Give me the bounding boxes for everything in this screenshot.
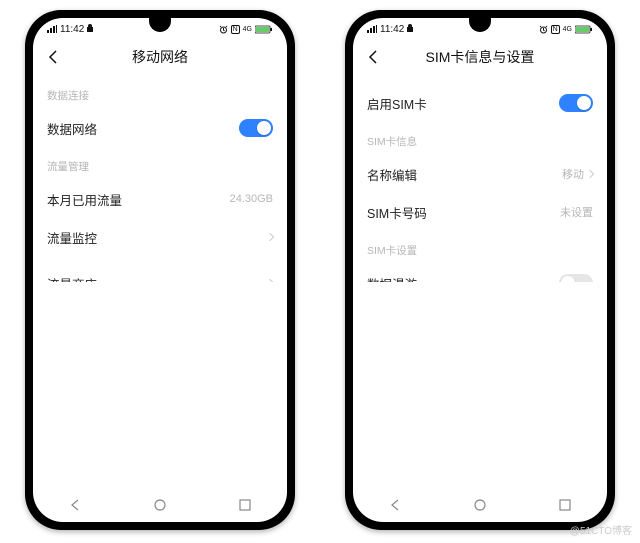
label: 流量商店	[47, 274, 97, 283]
header: SIM卡信息与设置	[353, 38, 607, 76]
row-enable-sim[interactable]: 启用SIM卡	[353, 84, 607, 122]
section-data-conn: 数据连接	[33, 76, 287, 109]
alarm-icon	[219, 25, 228, 34]
row-data-roaming[interactable]: 数据漫游	[353, 264, 607, 282]
status-time: 11:42	[380, 24, 404, 35]
toggle-enable-sim[interactable]	[559, 94, 593, 112]
section-sim-settings: SIM卡设置	[353, 231, 607, 264]
nav-recent[interactable]	[545, 499, 585, 511]
content: 启用SIM卡 SIM卡信息 名称编辑 移动 SIM卡号码 未设置 SIM卡设置 …	[353, 76, 607, 282]
phone-left: 11:42 N 4G 移动网络 数据连接 数据网络 流量管理	[25, 10, 295, 530]
row-sim-number[interactable]: SIM卡号码 未设置	[353, 193, 607, 231]
content: 数据连接 数据网络 流量管理 本月已用流量 24.30GB 流量监控 流量商店 …	[33, 76, 287, 282]
value: 24.30GB	[230, 193, 273, 205]
watermark: @51CTO博客	[570, 522, 632, 537]
screen-left: 11:42 N 4G 移动网络 数据连接 数据网络 流量管理	[33, 18, 287, 522]
back-button[interactable]	[363, 47, 383, 67]
net-icon: 4G	[243, 26, 252, 33]
value-text: 移动	[562, 166, 584, 182]
chevron-icon	[266, 233, 274, 241]
page-title: SIM卡信息与设置	[426, 47, 535, 67]
row-month-usage[interactable]: 本月已用流量 24.30GB	[33, 180, 287, 218]
header: 移动网络	[33, 38, 287, 76]
battery-icon	[255, 25, 273, 34]
nav-bar	[33, 488, 287, 522]
label: SIM卡号码	[367, 203, 427, 222]
nav-home[interactable]	[460, 498, 500, 512]
row-name-edit[interactable]: 名称编辑 移动	[353, 155, 607, 193]
label: 数据漫游	[367, 274, 417, 283]
back-button[interactable]	[43, 47, 63, 67]
row-traffic-monitor[interactable]: 流量监控	[33, 218, 287, 256]
lock-icon	[87, 24, 94, 35]
section-sim-info: SIM卡信息	[353, 122, 607, 155]
signal-icon	[367, 25, 377, 33]
section-traffic: 流量管理	[33, 147, 287, 180]
row-traffic-store[interactable]: 流量商店	[33, 264, 287, 282]
nav-bar	[353, 488, 607, 522]
label: 流量监控	[47, 228, 97, 247]
toggle-data-network[interactable]	[239, 119, 273, 137]
nav-recent[interactable]	[225, 499, 265, 511]
nav-back[interactable]	[375, 499, 415, 511]
nfc-icon: N	[231, 25, 240, 34]
net-icon: 4G	[563, 26, 572, 33]
battery-icon	[575, 25, 593, 34]
screen-right: 11:42 N 4G SIM卡信息与设置 启用SIM卡 SIM卡信息	[353, 18, 607, 522]
signal-icon	[47, 25, 57, 33]
nfc-icon: N	[551, 25, 560, 34]
page-title: 移动网络	[132, 47, 188, 67]
lock-icon	[407, 24, 414, 35]
nav-back[interactable]	[55, 499, 95, 511]
toggle-data-roaming[interactable]	[559, 274, 593, 282]
label: 数据网络	[47, 119, 97, 138]
label: 名称编辑	[367, 165, 417, 184]
phone-right: 11:42 N 4G SIM卡信息与设置 启用SIM卡 SIM卡信息	[345, 10, 615, 530]
status-time: 11:42	[60, 24, 84, 35]
label: 本月已用流量	[47, 190, 122, 209]
chevron-icon	[266, 279, 274, 282]
nav-home[interactable]	[140, 498, 180, 512]
label: 启用SIM卡	[367, 94, 427, 113]
chevron-icon	[586, 170, 594, 178]
alarm-icon	[539, 25, 548, 34]
row-data-network[interactable]: 数据网络	[33, 109, 287, 147]
value-text: 未设置	[560, 204, 593, 220]
